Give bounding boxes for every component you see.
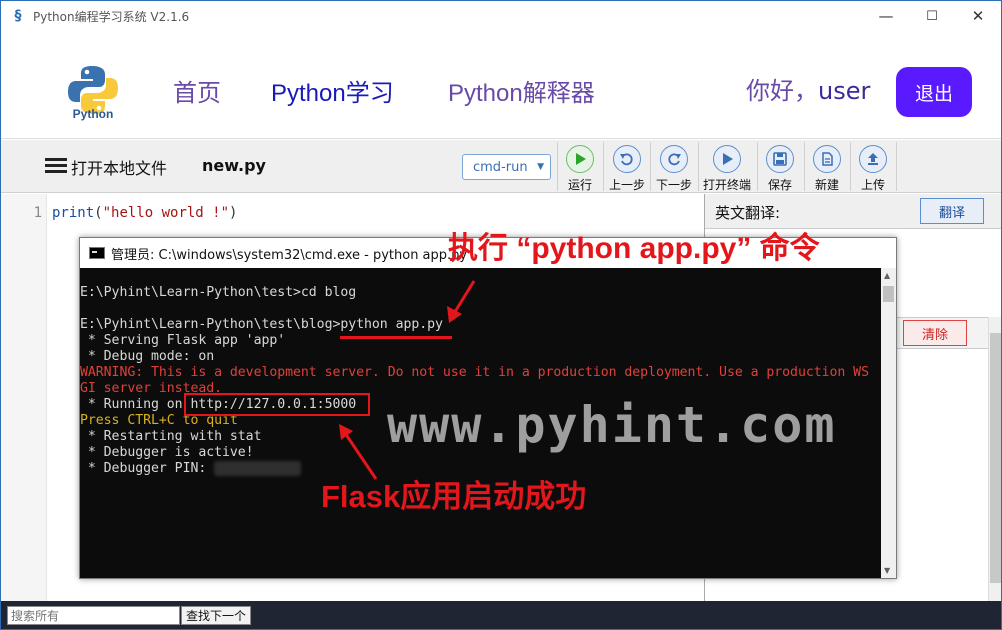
logo-text: Python — [72, 107, 114, 121]
watermark: www.pyhint.com — [387, 396, 837, 454]
run-button[interactable]: 运行 — [558, 140, 602, 193]
line-number: 1 — [33, 205, 42, 221]
command-underline — [340, 336, 452, 339]
cmd-line: E:\Pyhint\Learn-Python\test\blog>python … — [80, 317, 443, 332]
open-terminal-button[interactable]: 打开终端 — [699, 140, 755, 193]
save-label: 保存 — [767, 178, 792, 192]
greeting: 你好，user — [746, 71, 870, 106]
window-title: Python编程学习系统 V2.1.6 — [33, 9, 190, 24]
upload-button[interactable]: 上传 — [851, 140, 895, 193]
code-paren-open: ( — [94, 205, 103, 221]
run-label: 运行 — [567, 178, 592, 192]
pin-label: * Debugger PIN: — [80, 461, 215, 476]
upload-icon — [859, 145, 887, 173]
greeting-prefix: 你好， — [746, 77, 818, 105]
new-file-button[interactable]: 新建 — [805, 140, 849, 193]
upload-label: 上传 — [860, 178, 885, 192]
cmd-icon — [89, 247, 105, 259]
redo-label: 下一步 — [655, 178, 692, 192]
close-button[interactable]: ✕ — [955, 1, 1001, 31]
search-bar: 查找下一个 — [1, 601, 1001, 629]
code-line[interactable]: print("hello world !") — [52, 205, 237, 221]
line-gutter: 1 — [1, 194, 47, 601]
new-file-label: 新建 — [814, 178, 839, 192]
clear-button[interactable]: 清除 — [903, 320, 967, 346]
cmd-line: * Serving Flask app 'app' — [80, 333, 286, 348]
code-string: "hello world !" — [102, 205, 230, 221]
save-button[interactable]: 保存 — [758, 140, 802, 193]
app-logo-icon: § — [14, 8, 22, 24]
open-local-file-button[interactable]: 打开本地文件 — [71, 155, 167, 179]
undo-label: 上一步 — [608, 178, 645, 192]
top-nav: Python 首页 Python学习 Python解释器 你好，user 退出 — [1, 31, 1001, 139]
url-highlight-box — [184, 393, 370, 416]
redo-button[interactable]: 下一步 — [651, 140, 697, 193]
cmd-line: * Debug mode: on — [80, 349, 215, 364]
nav-python-learn[interactable]: Python学习 — [271, 73, 394, 108]
cmd-scrollbar[interactable]: ▲ ▼ — [881, 268, 896, 578]
undo-button[interactable]: 上一步 — [604, 140, 650, 193]
username: user — [818, 77, 871, 105]
cmd-line: E:\Pyhint\Learn-Python\test>cd blog — [80, 285, 357, 300]
output-scrollbar[interactable] — [988, 317, 1001, 601]
find-next-button[interactable]: 查找下一个 — [181, 606, 251, 625]
translation-title: 英文翻译: — [715, 204, 781, 222]
nav-home[interactable]: 首页 — [173, 73, 221, 108]
menu-icon[interactable] — [45, 158, 67, 174]
run-mode-select[interactable]: cmd-run ▼ — [462, 154, 551, 180]
app-window: § Python编程学习系统 V2.1.6 — ☐ ✕ Python 首页 Py… — [0, 0, 1002, 630]
open-terminal-label: 打开终端 — [702, 178, 751, 192]
terminal-icon — [713, 145, 741, 173]
logout-button[interactable]: 退出 — [896, 67, 972, 117]
current-file-name: new.py — [202, 156, 266, 175]
search-input[interactable] — [7, 606, 180, 625]
cmd-line: * Debugger is active! — [80, 445, 254, 460]
scroll-down-icon[interactable]: ▼ — [884, 566, 890, 575]
command-annotation: 执行 “python app.py” 命令 — [448, 232, 820, 265]
code-function: print — [52, 205, 95, 221]
cmd-line: * Restarting with stat — [80, 429, 262, 444]
minimize-button[interactable]: — — [863, 1, 909, 31]
redo-icon — [660, 145, 688, 173]
toolbar: 打开本地文件 new.py cmd-run ▼ 运行 上一步 下一步 打开终端 … — [1, 140, 1001, 193]
run-mode-value: cmd-run — [473, 159, 528, 175]
play-icon — [566, 145, 594, 173]
nav-python-interpreter[interactable]: Python解释器 — [448, 73, 595, 108]
title-bar[interactable]: § Python编程学习系统 V2.1.6 — ☐ ✕ — [1, 1, 1001, 31]
chevron-down-icon: ▼ — [537, 162, 544, 172]
pin-value-redacted: 700-795-566 — [214, 461, 301, 476]
new-file-icon — [813, 145, 841, 173]
maximize-button[interactable]: ☐ — [909, 1, 955, 31]
cmd-title: 管理员: C:\windows\system32\cmd.exe - pytho… — [111, 247, 468, 263]
translate-button[interactable]: 翻译 — [920, 198, 984, 224]
scroll-up-icon[interactable]: ▲ — [884, 271, 890, 280]
code-paren-close: ) — [229, 205, 238, 221]
cmd-line-pin: * Debugger PIN: 700-795-566 — [80, 461, 301, 476]
undo-icon — [613, 145, 641, 173]
success-annotation: Flask应用启动成功 — [321, 479, 587, 514]
cmd-line: WARNING: This is a development server. D… — [80, 365, 869, 380]
save-icon — [766, 145, 794, 173]
